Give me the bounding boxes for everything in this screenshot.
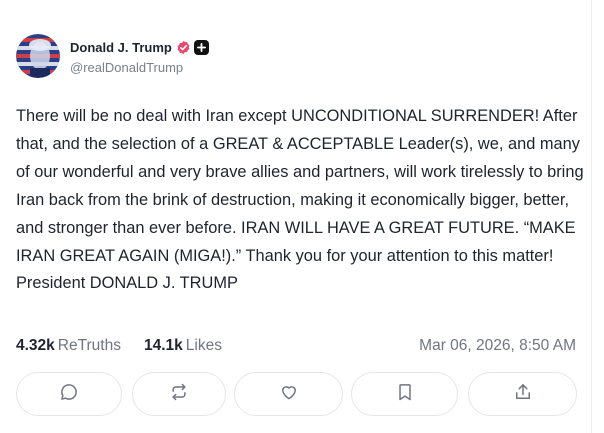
likes-label: Likes xyxy=(185,337,222,354)
name-row: Donald J. Trump xyxy=(70,38,209,58)
reply-button[interactable] xyxy=(16,372,122,416)
post-body: There will be no deal with Iran except U… xyxy=(16,107,584,293)
plus-badge-icon xyxy=(193,40,209,55)
retruths-label: ReTruths xyxy=(57,337,121,354)
bookmark-icon xyxy=(395,382,415,407)
identity: Donald J. Trump @realDonaldTrump xyxy=(70,38,209,75)
avatar[interactable] xyxy=(16,34,60,78)
display-name[interactable]: Donald J. Trump xyxy=(70,40,172,55)
handle[interactable]: @realDonaldTrump xyxy=(70,60,209,75)
post-header: Donald J. Trump @realDonaldTrump xyxy=(16,34,209,78)
post-card: Donald J. Trump @realDonaldTrump There w… xyxy=(0,0,592,433)
like-icon xyxy=(279,382,299,407)
verified-badge-icon xyxy=(176,40,191,55)
retruths-stat[interactable]: 4.32k ReTruths xyxy=(16,337,121,355)
bookmark-button[interactable] xyxy=(351,372,458,416)
timestamp[interactable]: Mar 06, 2026, 8:50 AM xyxy=(419,337,576,355)
retruth-icon xyxy=(169,382,189,407)
reply-icon xyxy=(59,382,79,407)
share-icon xyxy=(513,382,533,407)
like-button[interactable] xyxy=(234,372,343,416)
action-bar xyxy=(16,372,577,416)
post-stats: 4.32k ReTruths 14.1k Likes Mar 06, 2026, 8… xyxy=(16,337,576,357)
retruths-count: 4.32k xyxy=(16,337,55,354)
likes-stat[interactable]: 14.1k Likes xyxy=(144,337,222,355)
retruth-button[interactable] xyxy=(132,372,226,416)
likes-count: 14.1k xyxy=(144,337,183,354)
share-button[interactable] xyxy=(468,372,577,416)
